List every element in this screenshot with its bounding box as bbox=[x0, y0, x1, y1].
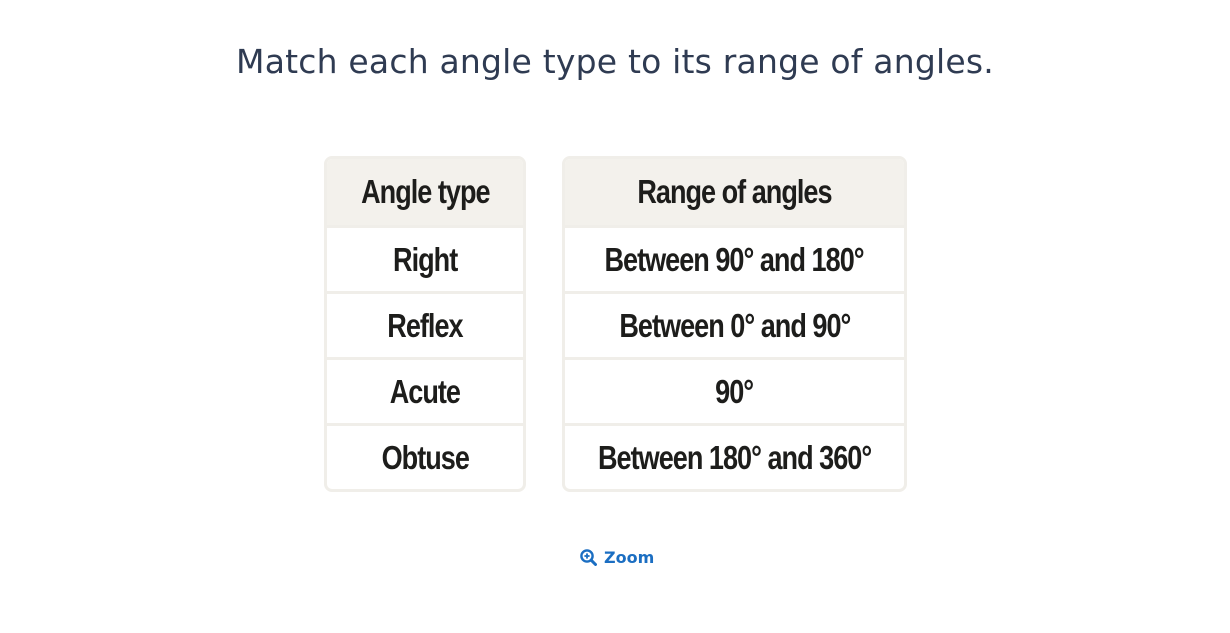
angle-type-item-obtuse: Obtuse bbox=[327, 423, 523, 489]
range-header: Range of angles bbox=[565, 159, 904, 225]
angle-type-header: Angle type bbox=[327, 159, 523, 225]
question-prompt: Match each angle type to its range of an… bbox=[236, 42, 994, 81]
angle-type-item-right: Right bbox=[327, 225, 523, 291]
zoom-button[interactable]: Zoom bbox=[580, 548, 654, 567]
zoom-label: Zoom bbox=[604, 548, 655, 567]
zoom-in-icon bbox=[580, 549, 597, 566]
angle-type-item-acute: Acute bbox=[327, 357, 523, 423]
range-item-4: Between 180° and 360° bbox=[565, 423, 904, 489]
angle-type-item-reflex: Reflex bbox=[327, 291, 523, 357]
angle-type-column: Angle type Right Reflex Acute Obtuse bbox=[324, 156, 526, 492]
range-item-3: 90° bbox=[565, 357, 904, 423]
range-column: Range of angles Between 90° and 180° Bet… bbox=[562, 156, 907, 492]
range-item-2: Between 0° and 90° bbox=[565, 291, 904, 357]
range-item-1: Between 90° and 180° bbox=[565, 225, 904, 291]
